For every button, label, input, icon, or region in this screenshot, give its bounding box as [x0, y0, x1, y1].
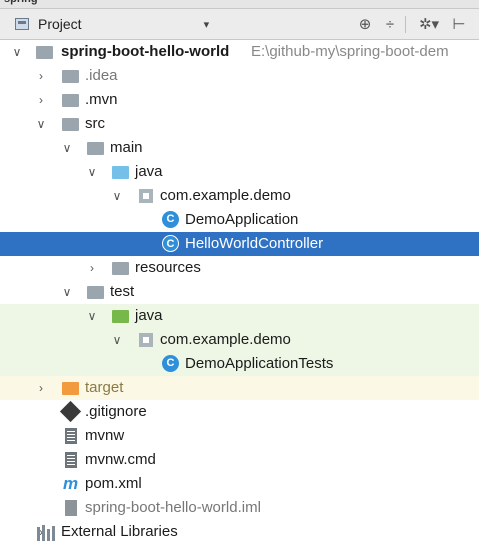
tree-node-demo-application[interactable]: C DemoApplication	[0, 208, 479, 232]
tree-node-label: mvnw.cmd	[85, 451, 156, 468]
expand-arrow-icon[interactable]: ›	[34, 376, 48, 400]
folder-icon	[62, 118, 79, 131]
settings-icon[interactable]: ✲▾	[414, 13, 444, 35]
iml-file-icon	[65, 500, 77, 516]
tree-node-label: spring-boot-hello-world.iml	[85, 499, 261, 516]
project-folder-icon	[36, 46, 53, 59]
project-path: E:\github-my\spring-boot-dem	[251, 43, 449, 60]
expand-arrow-icon[interactable]: ∨	[60, 280, 74, 304]
tree-node-label: java	[135, 163, 163, 180]
tree-node-label: resources	[135, 259, 201, 276]
tree-node-external-libraries[interactable]: › External Libraries	[0, 520, 479, 544]
editor-tab-fragment[interactable]: spring	[4, 0, 38, 5]
folder-icon	[62, 94, 79, 107]
editor-tab-strip: spring	[0, 0, 479, 9]
package-icon	[139, 189, 153, 203]
project-name: spring-boot-hello-world	[61, 43, 230, 60]
expand-arrow-icon[interactable]: ∨	[110, 184, 124, 208]
tree-node-label: mvnw	[85, 427, 125, 444]
tree-node-main-package[interactable]: ∨ com.example.demo	[0, 184, 479, 208]
expand-arrow-icon[interactable]: ∨	[10, 40, 24, 64]
tree-node-label: src	[85, 115, 105, 132]
spring-boot-class-icon: C	[162, 211, 179, 228]
tree-node-test[interactable]: ∨ test	[0, 280, 479, 304]
tree-node-label: .mvn	[85, 91, 118, 108]
expand-arrow-icon[interactable]: ∨	[110, 328, 124, 352]
source-folder-icon	[112, 166, 129, 179]
maven-icon: m	[63, 474, 79, 493]
tree-node-label: HelloWorldController	[185, 235, 324, 252]
text-file-icon	[65, 452, 77, 468]
tree-node-label: .idea	[85, 67, 118, 84]
tree-node-main[interactable]: ∨ main	[0, 136, 479, 160]
expand-arrow-icon[interactable]: ›	[34, 64, 48, 88]
tree-node-label: DemoApplicationTests	[185, 355, 334, 372]
tree-node-src[interactable]: ∨ src	[0, 112, 479, 136]
panel-title[interactable]: Project	[38, 16, 82, 32]
expand-arrow-icon[interactable]: ∨	[60, 136, 74, 160]
tree-node-project-root[interactable]: ∨ spring-boot-hello-world E:\github-my\s…	[0, 40, 479, 64]
package-icon	[139, 333, 153, 347]
tree-node-mvnw-cmd[interactable]: mvnw.cmd	[0, 448, 479, 472]
tree-node-label: java	[135, 307, 163, 324]
tree-node-pom[interactable]: m pom.xml	[0, 472, 479, 496]
tree-node-iml[interactable]: spring-boot-hello-world.iml	[0, 496, 479, 520]
class-icon: C	[162, 235, 179, 252]
tree-node-idea[interactable]: › .idea	[0, 64, 479, 88]
tree-node-label: main	[110, 139, 143, 156]
folder-icon	[62, 70, 79, 83]
tree-node-label: target	[85, 379, 124, 396]
tree-node-resources[interactable]: › resources	[0, 256, 479, 280]
collapse-all-icon[interactable]: ÷	[380, 13, 400, 35]
test-source-folder-icon	[112, 310, 129, 323]
toolbar-divider	[405, 16, 406, 33]
excluded-folder-icon	[62, 382, 79, 395]
libraries-icon	[37, 525, 57, 541]
tree-node-test-package[interactable]: ∨ com.example.demo	[0, 328, 479, 352]
tree-node-main-java[interactable]: ∨ java	[0, 160, 479, 184]
tree-node-mvnw[interactable]: mvnw	[0, 424, 479, 448]
project-tree: ∨ spring-boot-hello-world E:\github-my\s…	[0, 40, 479, 541]
tree-node-hello-world-controller[interactable]: C HelloWorldController	[0, 232, 479, 256]
folder-icon	[87, 142, 104, 155]
project-icon	[15, 18, 29, 30]
tree-node-label: DemoApplication	[185, 211, 299, 228]
locate-icon[interactable]: ⊕	[355, 13, 375, 35]
test-class-icon: C	[162, 355, 179, 372]
expand-arrow-icon[interactable]: ›	[34, 88, 48, 112]
tree-node-label: com.example.demo	[160, 187, 291, 204]
hide-panel-icon[interactable]: ⊢	[449, 13, 469, 35]
expand-arrow-icon[interactable]: ∨	[85, 304, 99, 328]
expand-arrow-icon[interactable]: ∨	[85, 160, 99, 184]
folder-icon	[87, 286, 104, 299]
project-panel-header: Project ▾ ⊕ ÷ ✲▾ ⊢	[0, 9, 479, 40]
tree-node-mvn[interactable]: › .mvn	[0, 88, 479, 112]
tree-node-label: test	[110, 283, 135, 300]
expand-arrow-icon[interactable]: ›	[85, 256, 99, 280]
tree-node-label: .gitignore	[85, 403, 147, 420]
resources-folder-icon	[112, 262, 129, 275]
tree-node-label: pom.xml	[85, 475, 142, 492]
view-selector-chevron-down-icon[interactable]: ▾	[204, 18, 210, 31]
tree-node-test-java[interactable]: ∨ java	[0, 304, 479, 328]
tree-node-target[interactable]: › target	[0, 376, 479, 400]
tree-node-demo-application-tests[interactable]: C DemoApplicationTests	[0, 352, 479, 376]
expand-arrow-icon[interactable]: ∨	[34, 112, 48, 136]
text-file-icon	[65, 428, 77, 444]
git-file-icon	[59, 400, 82, 423]
tree-node-label: External Libraries	[61, 523, 178, 540]
tree-node-label: com.example.demo	[160, 331, 291, 348]
tree-node-gitignore[interactable]: .gitignore	[0, 400, 479, 424]
